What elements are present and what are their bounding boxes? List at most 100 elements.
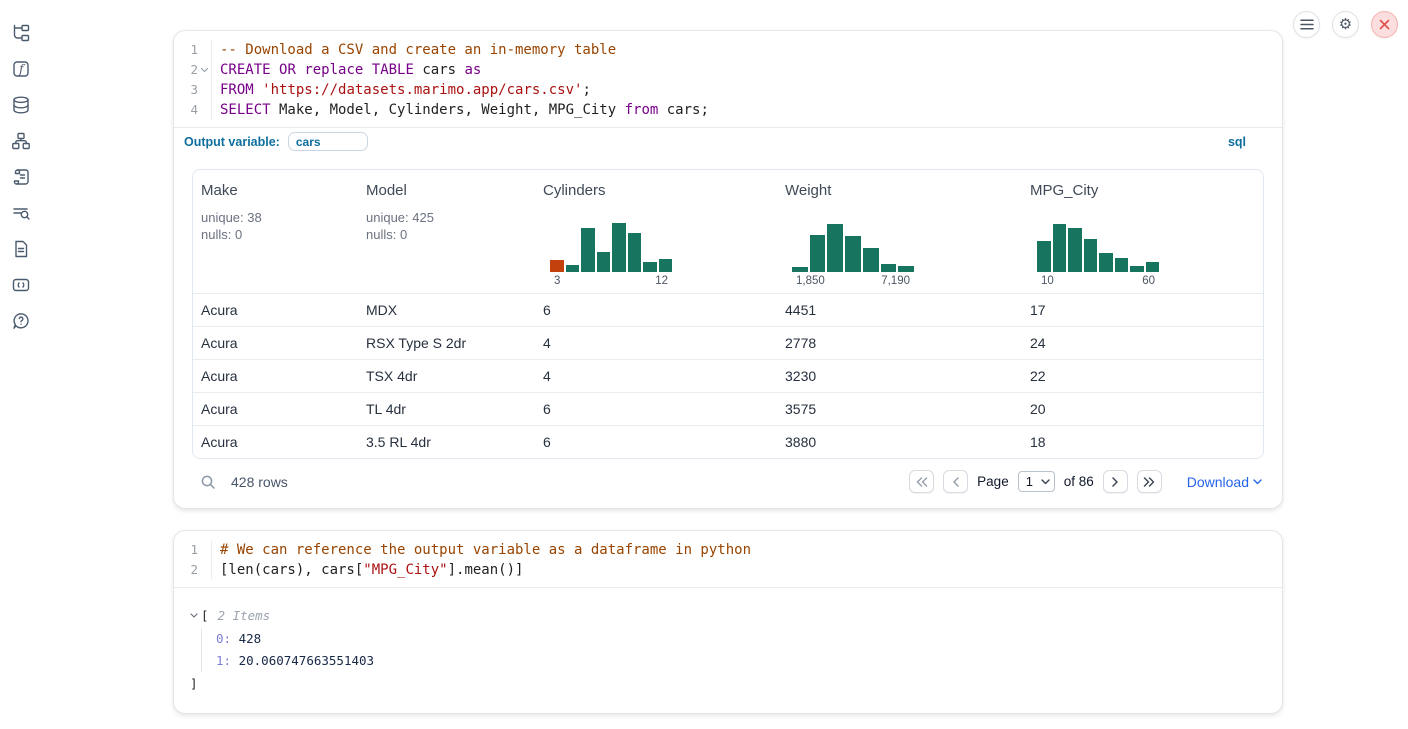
close-icon (1379, 19, 1390, 30)
total-pages-label: of 86 (1064, 474, 1094, 489)
column-header-model[interactable]: Modelunique: 425nulls: 0 (358, 170, 535, 293)
histogram-bar (810, 235, 826, 272)
settings-button[interactable]: ⚙ (1332, 11, 1359, 38)
code-text: CREATE OR replace TABLE cars as (212, 60, 481, 80)
output-variable-label: Output variable: (184, 135, 280, 149)
histogram-bar (1084, 239, 1098, 272)
page-select[interactable]: 1 (1018, 471, 1055, 492)
fold-chevron-icon[interactable] (198, 67, 211, 73)
variables-icon[interactable]: f (10, 58, 31, 79)
column-header-weight[interactable]: Weight 1,8507,190 (777, 170, 1022, 293)
table-footer: 428 rows Page 1 of 86 (192, 459, 1264, 495)
close-button[interactable] (1371, 11, 1398, 38)
table-cell: 4451 (777, 294, 1022, 326)
dependency-graph-icon[interactable] (10, 130, 31, 151)
next-page-button[interactable] (1103, 470, 1128, 493)
help-icon[interactable] (10, 310, 31, 331)
column-histogram[interactable]: 3 12 (550, 220, 672, 293)
scratchpad-icon[interactable] (10, 166, 31, 187)
table-cell: RSX Type S 2dr (358, 327, 535, 359)
column-name: Cylinders (543, 182, 769, 199)
output-list-item: 1: 20.060747663551403 (216, 650, 1264, 672)
histogram-bar (1099, 253, 1113, 272)
column-name: Weight (785, 182, 1014, 199)
column-header-cylinders[interactable]: Cylinders 3 12 (535, 170, 777, 293)
file-tree-icon[interactable] (10, 22, 31, 43)
column-stats: unique: 38nulls: 0 (201, 209, 350, 243)
items-count-label: 2 Items (218, 608, 271, 623)
histogram-bar (643, 262, 657, 272)
last-page-button[interactable] (1137, 470, 1162, 493)
tree-collapse-chevron-icon[interactable] (190, 613, 198, 618)
histogram-min-label: 10 (1041, 275, 1054, 287)
table-cell: 3230 (777, 360, 1022, 392)
histogram-bar (827, 224, 843, 272)
snippets-icon[interactable] (10, 274, 31, 295)
column-header-make[interactable]: Makeunique: 38nulls: 0 (193, 170, 358, 293)
table-cell: 6 (535, 426, 777, 458)
line-number-gutter: 2 (174, 60, 212, 80)
table-row[interactable]: AcuraTL 4dr6357520 (193, 392, 1263, 425)
table-row[interactable]: Acura3.5 RL 4dr6388018 (193, 425, 1263, 458)
python-code-editor[interactable]: 1# We can reference the output variable … (174, 531, 1282, 587)
histogram-bar (1068, 228, 1082, 272)
table-row[interactable]: AcuraRSX Type S 2dr4277824 (193, 326, 1263, 359)
sql-code-editor[interactable]: 1-- Download a CSV and create an in-memo… (174, 31, 1282, 127)
chevron-down-icon (1253, 479, 1262, 485)
histogram-bar (1037, 241, 1051, 272)
language-badge: sql (1228, 135, 1246, 149)
output-items: 0: 4281: 20.060747663551403 (201, 628, 1264, 672)
double-chevron-right-icon (1143, 477, 1155, 487)
table-cell: 4 (535, 327, 777, 359)
table-cell: 3575 (777, 393, 1022, 425)
histogram-bar (628, 233, 642, 272)
column-name: MPG_City (1030, 182, 1255, 199)
menu-button[interactable] (1293, 11, 1320, 38)
output-variable-input[interactable] (288, 132, 368, 151)
row-count: 428 rows (231, 474, 288, 490)
data-table: Makeunique: 38nulls: 0Modelunique: 425nu… (192, 169, 1264, 459)
code-line[interactable]: 4SELECT Make, Model, Cylinders, Weight, … (174, 100, 1282, 120)
notebook-main: 1-- Download a CSV and create an in-memo… (173, 0, 1283, 714)
first-page-button[interactable] (909, 470, 934, 493)
gear-icon: ⚙ (1339, 17, 1352, 32)
table-row[interactable]: AcuraMDX6445117 (193, 293, 1263, 326)
code-line[interactable]: 2[len(cars), cars["MPG_City"].mean()] (174, 560, 1282, 580)
column-histogram[interactable]: 1,8507,190 (792, 220, 914, 293)
table-row[interactable]: AcuraTSX 4dr4323022 (193, 359, 1263, 392)
table-cell: 3.5 RL 4dr (358, 426, 535, 458)
histogram-bar (1115, 258, 1129, 272)
sql-output-area: Makeunique: 38nulls: 0Modelunique: 425nu… (174, 155, 1282, 508)
code-text: [len(cars), cars["MPG_City"].mean()] (212, 560, 523, 580)
histogram-bar (863, 248, 879, 272)
line-number-gutter: 4 (174, 100, 212, 120)
chevron-left-icon (952, 477, 960, 487)
hamburger-icon (1300, 19, 1314, 30)
column-stats: unique: 425nulls: 0 (366, 209, 527, 243)
table-cell: 18 (1022, 426, 1263, 458)
logs-icon[interactable] (10, 202, 31, 223)
histogram-max-label: 12 (655, 275, 668, 287)
table-cell: MDX (358, 294, 535, 326)
documentation-icon[interactable] (10, 238, 31, 259)
close-bracket: ] (190, 676, 1264, 691)
code-line[interactable]: 1-- Download a CSV and create an in-memo… (174, 40, 1282, 60)
histogram-bar (566, 265, 580, 272)
table-body: AcuraMDX6445117AcuraRSX Type S 2dr427782… (193, 293, 1263, 458)
sql-cell-footer: Output variable: sql (174, 127, 1282, 155)
download-button[interactable]: Download (1187, 474, 1262, 490)
column-histogram[interactable]: 10 60 (1037, 220, 1159, 293)
sidebar: f (0, 0, 46, 729)
histogram-bar (1053, 224, 1067, 272)
column-header-mpg_city[interactable]: MPG_City 10 60 (1022, 170, 1263, 293)
search-icon[interactable] (200, 474, 216, 490)
previous-page-button[interactable] (943, 470, 968, 493)
sql-cell: 1-- Download a CSV and create an in-memo… (173, 30, 1283, 509)
chevron-down-icon (1041, 479, 1050, 485)
histogram-min-label: 3 (554, 275, 560, 287)
code-line[interactable]: 1# We can reference the output variable … (174, 540, 1282, 560)
code-line[interactable]: 2CREATE OR replace TABLE cars as (174, 60, 1282, 80)
data-sources-icon[interactable] (10, 94, 31, 115)
histogram-max-label: 60 (1142, 275, 1155, 287)
code-line[interactable]: 3FROM 'https://datasets.marimo.app/cars.… (174, 80, 1282, 100)
